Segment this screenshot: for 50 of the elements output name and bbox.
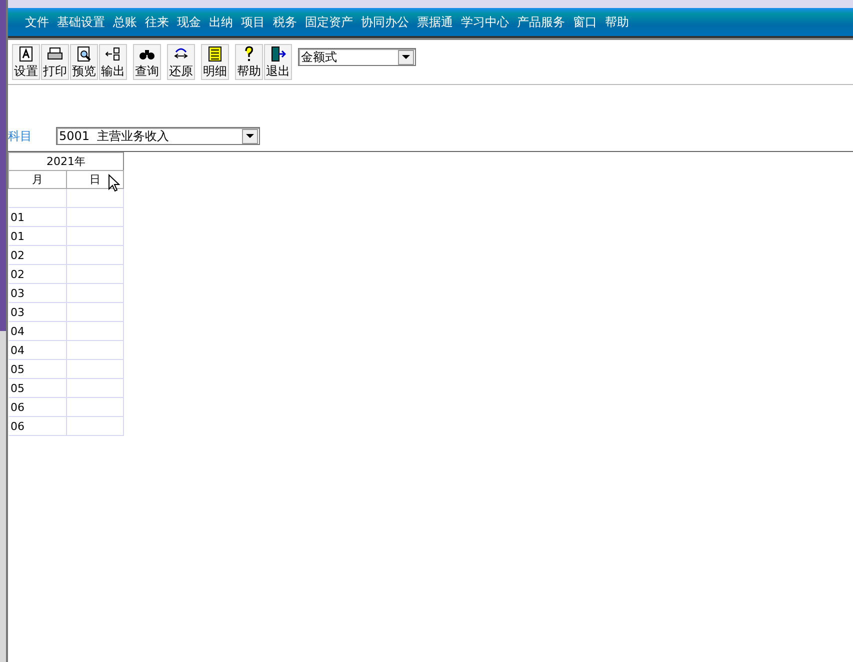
- table-cell: 02: [8, 264, 66, 284]
- toolbar-button[interactable]: 输出: [99, 44, 127, 80]
- table-cell: 05: [8, 378, 66, 398]
- table-cell: 04: [8, 340, 66, 360]
- table-cell: 01: [8, 226, 66, 246]
- table-cell: 04: [8, 322, 66, 340]
- menu-item[interactable]: 窗口: [573, 14, 597, 30]
- toolbar-button[interactable]: 明细: [201, 44, 229, 80]
- detail-icon: [207, 46, 223, 62]
- toolbar-button[interactable]: 退出: [264, 44, 292, 80]
- setup-icon: [18, 46, 34, 62]
- menu-item[interactable]: 文件: [25, 14, 49, 30]
- print-icon: [47, 46, 63, 62]
- subject-dropdown[interactable]: 5001 主营业务收入: [56, 127, 260, 145]
- menu-item[interactable]: 出纳: [209, 14, 233, 30]
- menu-item[interactable]: 票据通: [417, 14, 453, 30]
- table-cell: 06: [8, 416, 66, 436]
- toolbar-button[interactable]: 查询: [133, 44, 161, 80]
- dropdown-arrow-icon: [246, 134, 254, 138]
- toolbar-button[interactable]: 还原: [167, 44, 195, 80]
- table-cell: 01: [8, 208, 66, 226]
- menu-item[interactable]: 帮助: [605, 14, 629, 30]
- subject-label: 科目: [8, 128, 33, 144]
- dropdown-arrow-icon: [402, 55, 410, 59]
- format-dropdown[interactable]: 金额式: [298, 48, 416, 66]
- menu-item[interactable]: 现金: [177, 14, 201, 30]
- menu-item[interactable]: 税务: [273, 14, 297, 30]
- mouse-pointer-icon: [108, 174, 120, 192]
- toolbar-button[interactable]: 设置: [12, 44, 40, 80]
- menu-item[interactable]: 往来: [145, 14, 169, 30]
- menu-item[interactable]: 固定资产: [305, 14, 353, 30]
- table-cell: 02: [8, 246, 66, 264]
- menu-item[interactable]: 学习中心: [461, 14, 509, 30]
- toolbar-button[interactable]: 预览: [70, 44, 98, 80]
- toolbar-button[interactable]: 打印: [41, 44, 69, 80]
- menu-item[interactable]: 总账: [113, 14, 137, 30]
- menu-item[interactable]: 基础设置: [57, 14, 105, 30]
- exit-icon: [270, 46, 286, 62]
- menu-item[interactable]: 产品服务: [517, 14, 565, 30]
- table-cell: 05: [8, 360, 66, 378]
- column-header: 月: [8, 170, 66, 188]
- menu-item[interactable]: 协同办公: [361, 14, 409, 30]
- table-cell: 03: [8, 302, 66, 322]
- export-icon: [105, 46, 121, 62]
- toolbar-button[interactable]: 帮助: [235, 44, 263, 80]
- preview-icon: [76, 46, 92, 62]
- menu-item[interactable]: 项目: [241, 14, 265, 30]
- table-cell: 06: [8, 398, 66, 416]
- year-header: 2021年: [8, 152, 124, 170]
- table-cell: 03: [8, 284, 66, 302]
